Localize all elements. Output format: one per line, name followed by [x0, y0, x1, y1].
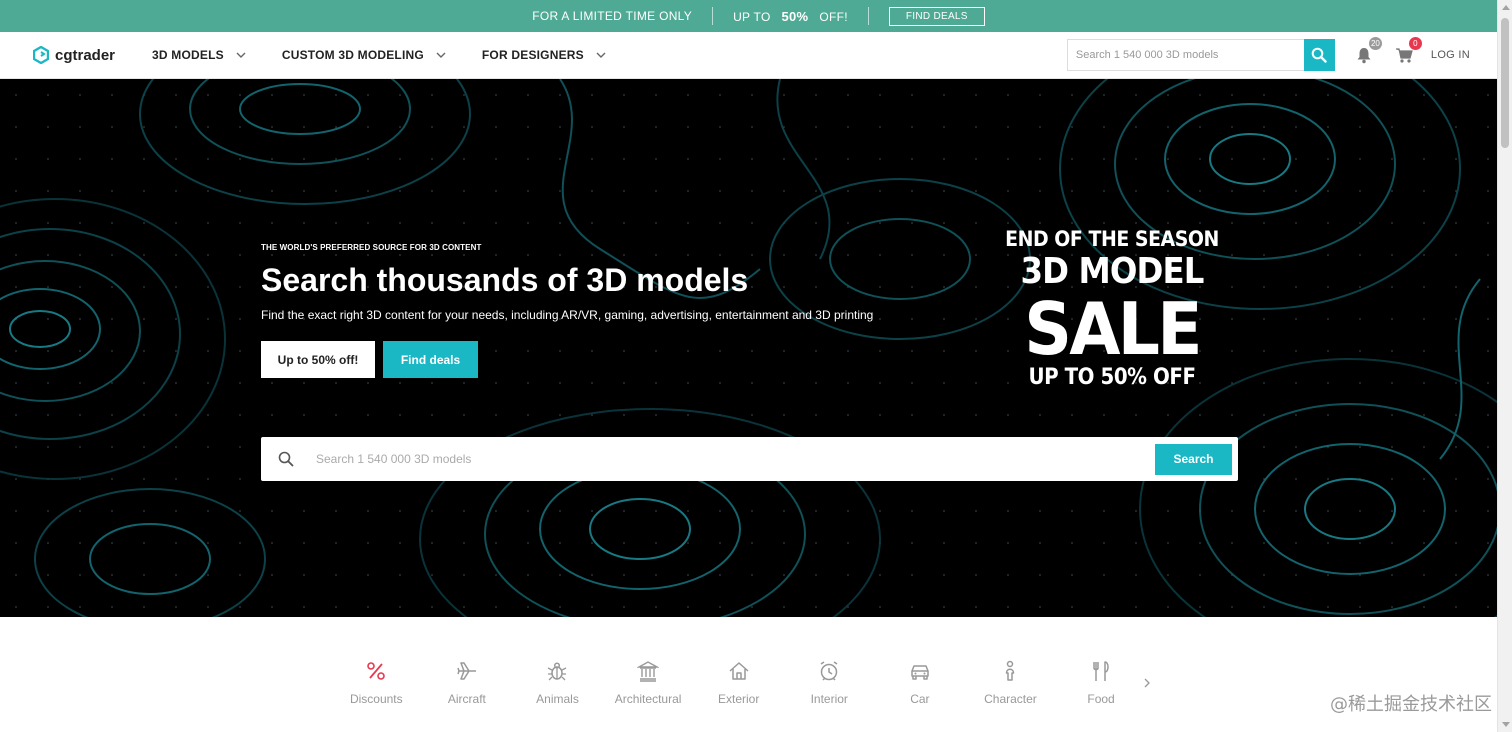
- category-food[interactable]: Food: [1056, 660, 1147, 706]
- cart-button[interactable]: 0: [1395, 37, 1422, 64]
- find-deals-button[interactable]: FIND DEALS: [888, 6, 985, 26]
- airplane-icon: [457, 662, 476, 680]
- page: FOR A LIMITED TIME ONLY UP TO 50% OFF! F…: [0, 0, 1512, 732]
- nav-search-input[interactable]: Search 1 540 000 3D models: [1066, 39, 1304, 71]
- category-character[interactable]: Character: [965, 660, 1056, 706]
- logo-text: cgtrader: [55, 46, 116, 64]
- category-bar: Discounts Aircraft Animals Architectural: [331, 660, 1146, 706]
- sale-banner[interactable]: END OF THE SEASON 3D MODEL SALE UP TO 50…: [990, 227, 1234, 390]
- main-menu: 3D MODELS CUSTOM 3D MODELING FOR DESIGNE…: [152, 48, 642, 62]
- hero-eyebrow: THE WORLD'S PREFERRED SOURCE FOR 3D CONT…: [261, 243, 482, 252]
- promo-bar: FOR A LIMITED TIME ONLY UP TO 50% OFF! F…: [0, 0, 1497, 32]
- chevron-down-icon: [436, 52, 446, 58]
- category-aircraft[interactable]: Aircraft: [422, 660, 513, 706]
- hero-search-button[interactable]: Search: [1155, 443, 1232, 475]
- car-icon: [911, 665, 929, 680]
- scroll-thumb[interactable]: [1501, 18, 1509, 148]
- bell-icon: [1357, 48, 1371, 64]
- menu-for-designers[interactable]: FOR DESIGNERS: [482, 48, 606, 62]
- cart-badge: 0: [1408, 37, 1422, 50]
- nav-right: Search 1 540 000 3D models 20 0 LOG IN: [1066, 37, 1470, 71]
- menu-label: FOR DESIGNERS: [481, 48, 584, 62]
- promo-divider: [867, 7, 869, 25]
- category-architectural[interactable]: Architectural: [603, 660, 694, 706]
- category-discounts[interactable]: Discounts: [331, 660, 422, 706]
- columns-building-icon: [637, 661, 660, 682]
- promo-percent: 50%: [781, 8, 809, 24]
- chevron-right-icon[interactable]: [1142, 676, 1152, 690]
- sale-line-1: END OF THE SEASON: [1005, 227, 1219, 251]
- chevron-down-icon: [596, 52, 606, 58]
- topographic-background: [0, 79, 1497, 617]
- login-link[interactable]: LOG IN: [1431, 49, 1470, 61]
- category-exterior[interactable]: Exterior: [693, 660, 784, 706]
- logo[interactable]: cgtrader: [33, 46, 115, 64]
- category-label: Character: [984, 692, 1037, 706]
- hero-search-bar: Search 1 540 000 3D models Search: [261, 437, 1238, 481]
- navbar: cgtrader 3D MODELS CUSTOM 3D MODELING FO…: [0, 32, 1497, 79]
- promo-off: OFF!: [819, 9, 848, 24]
- menu-label: CUSTOM 3D MODELING: [281, 48, 424, 62]
- scroll-down-arrow[interactable]: [1502, 722, 1510, 727]
- category-label: Aircraft: [447, 692, 486, 706]
- hero-title: Search thousands of 3D models: [261, 262, 749, 298]
- notifications-button[interactable]: 20: [1355, 37, 1382, 64]
- person-icon: [1006, 660, 1015, 681]
- page-scrollbar[interactable]: [1497, 0, 1512, 732]
- category-interior[interactable]: Interior: [784, 660, 875, 706]
- sale-line-4: UP TO 50% OFF: [1028, 365, 1196, 390]
- hero-search-input[interactable]: Search 1 540 000 3D models: [316, 452, 1155, 466]
- category-animals[interactable]: Animals: [512, 660, 603, 706]
- percent-icon: [367, 662, 386, 680]
- chevron-down-icon: [236, 52, 246, 58]
- promo-up-to: UP TO: [733, 9, 771, 24]
- menu-label: 3D MODELS: [152, 48, 224, 62]
- utensils-icon: [1093, 661, 1109, 681]
- hero-banner: THE WORLD'S PREFERRED SOURCE FOR 3D CONT…: [0, 79, 1497, 617]
- notifications-badge: 20: [1368, 37, 1382, 50]
- search-icon: [278, 451, 294, 467]
- category-label: Architectural: [614, 692, 682, 706]
- category-label: Discounts: [349, 692, 403, 706]
- watermark: @稀土掘金技术社区: [1330, 694, 1492, 715]
- category-label: Car: [910, 692, 930, 706]
- promo-limited-text: FOR A LIMITED TIME ONLY: [532, 9, 693, 23]
- cgtrader-logo-icon: [33, 46, 49, 64]
- beetle-icon: [548, 662, 567, 681]
- cart-icon: [1395, 48, 1413, 63]
- category-label: Interior: [810, 692, 848, 706]
- clock-icon: [820, 661, 838, 681]
- house-icon: [729, 662, 749, 680]
- menu-custom-3d-modeling[interactable]: CUSTOM 3D MODELING: [282, 48, 446, 62]
- find-deals-hero-button[interactable]: Find deals: [383, 341, 478, 378]
- category-label: Animals: [536, 692, 579, 706]
- category-car[interactable]: Car: [875, 660, 966, 706]
- category-label: Exterior: [718, 692, 760, 706]
- discount-button[interactable]: Up to 50% off!: [261, 341, 375, 378]
- scroll-up-arrow[interactable]: [1502, 5, 1510, 10]
- sale-line-3: SALE: [1024, 287, 1202, 371]
- category-label: Food: [1087, 692, 1115, 706]
- menu-3d-models[interactable]: 3D MODELS: [152, 48, 246, 62]
- hero-subtitle: Find the exact right 3D content for your…: [261, 308, 874, 322]
- search-icon: [1312, 47, 1328, 63]
- promo-offer: UP TO 50% OFF!: [713, 9, 868, 24]
- nav-search-button[interactable]: [1303, 39, 1335, 71]
